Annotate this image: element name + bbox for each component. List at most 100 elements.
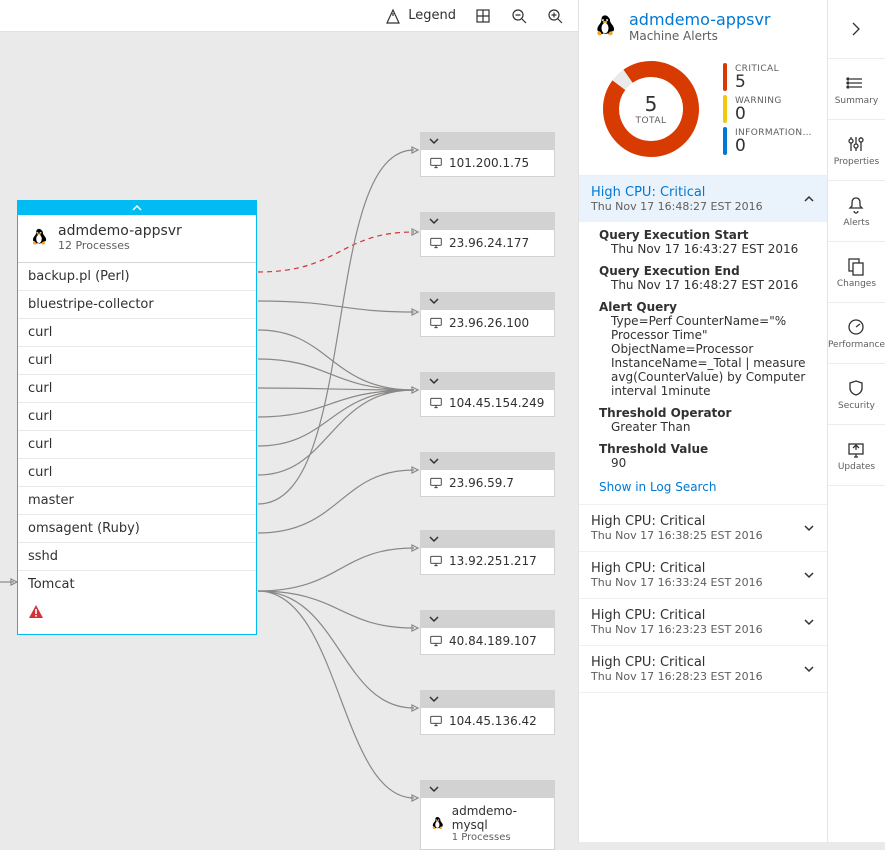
remote-node[interactable]: 23.96.26.100: [420, 292, 555, 337]
process-row[interactable]: sshd: [18, 543, 256, 571]
remote-ip: 104.45.136.42: [449, 714, 537, 728]
remote-node[interactable]: 40.84.189.107: [420, 610, 555, 655]
alert-title: High CPU: Critical: [591, 514, 763, 529]
remote-node[interactable]: 13.92.251.217: [420, 530, 555, 575]
alert-toggle[interactable]: High CPU: CriticalThu Nov 17 16:33:24 ES…: [579, 552, 827, 598]
fit-button[interactable]: [474, 7, 492, 25]
chevron-down-icon: [428, 693, 440, 705]
expand-remote-button[interactable]: [420, 132, 555, 150]
alert-item: High CPU: CriticalThu Nov 17 16:33:24 ES…: [579, 552, 827, 599]
process-row[interactable]: curl: [18, 403, 256, 431]
monitor-icon: [429, 714, 443, 728]
alert-title: High CPU: Critical: [591, 185, 763, 200]
expand-remote-button[interactable]: [420, 530, 555, 548]
linux-icon: [28, 227, 50, 249]
tab-changes[interactable]: Changes: [828, 242, 885, 303]
dependency-map-canvas[interactable]: admdemo-appsvr 12 Processes backup.pl (P…: [0, 32, 578, 842]
alert-time: Thu Nov 17 16:28:23 EST 2016: [591, 670, 763, 683]
process-row[interactable]: curl: [18, 347, 256, 375]
shield-icon: [846, 378, 866, 398]
expand-remote-button[interactable]: [420, 780, 555, 798]
alert-title: High CPU: Critical: [591, 561, 763, 576]
zoom-out-button[interactable]: [510, 7, 528, 25]
alert-time: Thu Nov 17 16:48:27 EST 2016: [591, 200, 763, 213]
tab-properties[interactable]: Properties: [828, 120, 885, 181]
panel-title: admdemo-appsvr: [629, 10, 771, 29]
alert-toggle[interactable]: High CPU: Critical Thu Nov 17 16:48:27 E…: [579, 176, 827, 222]
process-row[interactable]: curl: [18, 319, 256, 347]
alert-detail-label: Threshold Value: [599, 442, 815, 456]
remote-node[interactable]: 104.45.136.42: [420, 690, 555, 735]
alert-detail-value: Thu Nov 17 16:43:27 EST 2016: [599, 242, 815, 256]
properties-icon: [846, 134, 866, 154]
changes-icon: [846, 256, 866, 276]
expand-remote-button[interactable]: [420, 212, 555, 230]
kpi-total-value: 5: [645, 92, 658, 116]
panel-subtitle: Machine Alerts: [629, 29, 771, 43]
monitor-icon: [429, 634, 443, 648]
remote-node[interactable]: 104.45.154.249: [420, 372, 555, 417]
linux-icon: [429, 815, 446, 833]
expand-remote-button[interactable]: [420, 292, 555, 310]
alert-list: High CPU: Critical Thu Nov 17 16:48:27 E…: [579, 175, 827, 842]
process-row[interactable]: curl: [18, 431, 256, 459]
process-row[interactable]: master: [18, 487, 256, 515]
expand-remote-button[interactable]: [420, 610, 555, 628]
zoom-out-icon: [510, 7, 528, 25]
tab-label: Performance: [828, 340, 885, 350]
monitor-icon: [429, 316, 443, 330]
process-row[interactable]: bluestripe-collector: [18, 291, 256, 319]
process-row[interactable]: Tomcat: [18, 571, 256, 598]
tab-alerts[interactable]: Alerts: [828, 181, 885, 242]
process-row[interactable]: curl: [18, 375, 256, 403]
tab-security[interactable]: Security: [828, 364, 885, 425]
diagram-toolbar: Legend: [0, 0, 578, 32]
alert-kpi-block: 5 TOTAL CRITICAL5WARNING0INFORMATION…0: [579, 49, 827, 175]
chevron-down-icon: [803, 616, 815, 628]
tab-updates[interactable]: Updates: [828, 425, 885, 486]
alert-time: Thu Nov 17 16:38:25 EST 2016: [591, 529, 763, 542]
remote-node[interactable]: 23.96.24.177: [420, 212, 555, 257]
remote-node[interactable]: 23.96.59.7: [420, 452, 555, 497]
show-in-log-search-link[interactable]: Show in Log Search: [599, 478, 815, 494]
monitor-icon: [429, 554, 443, 568]
monitor-icon: [429, 236, 443, 250]
chevron-down-icon: [428, 613, 440, 625]
process-row[interactable]: backup.pl (Perl): [18, 263, 256, 291]
expand-remote-button[interactable]: [420, 690, 555, 708]
kpi-row: INFORMATION…0: [723, 127, 812, 155]
monitor-icon: [429, 476, 443, 490]
side-tab-rail: Summary Properties Alerts Changes Perfor…: [827, 0, 885, 842]
kpi-value: 0: [735, 138, 812, 155]
alert-detail-label: Query Execution End: [599, 264, 815, 278]
alert-toggle[interactable]: High CPU: CriticalThu Nov 17 16:38:25 ES…: [579, 505, 827, 551]
remote-node[interactable]: 101.200.1.75: [420, 132, 555, 177]
alert-toggle[interactable]: High CPU: CriticalThu Nov 17 16:23:23 ES…: [579, 599, 827, 645]
alert-time: Thu Nov 17 16:33:24 EST 2016: [591, 576, 763, 589]
summary-icon: [846, 73, 866, 93]
kpi-row: WARNING0: [723, 95, 812, 123]
expand-remote-button[interactable]: [420, 372, 555, 390]
chevron-right-icon: [846, 19, 866, 39]
alert-toggle[interactable]: High CPU: CriticalThu Nov 17 16:28:23 ES…: [579, 646, 827, 692]
process-row[interactable]: omsagent (Ruby): [18, 515, 256, 543]
legend-button[interactable]: Legend: [384, 7, 456, 25]
server-process-count: 12 Processes: [58, 239, 182, 252]
collapse-server-button[interactable]: [18, 201, 256, 215]
process-row[interactable]: curl: [18, 459, 256, 487]
zoom-in-button[interactable]: [546, 7, 564, 25]
chevron-down-icon: [428, 533, 440, 545]
remote-node-db[interactable]: admdemo-mysql 1 Processes: [420, 780, 555, 850]
server-node-appsvr[interactable]: admdemo-appsvr 12 Processes backup.pl (P…: [17, 200, 257, 635]
alert-title: High CPU: Critical: [591, 655, 763, 670]
expand-remote-button[interactable]: [420, 452, 555, 470]
tab-performance[interactable]: Performance: [828, 303, 885, 364]
tab-label: Alerts: [843, 218, 869, 228]
chevron-down-icon: [428, 215, 440, 227]
tab-summary[interactable]: Summary: [828, 59, 885, 120]
remote-ip: 23.96.24.177: [449, 236, 529, 250]
panel-collapse-button[interactable]: [828, 0, 885, 59]
alert-detail-label: Alert Query: [599, 300, 815, 314]
chevron-down-icon: [428, 375, 440, 387]
alert-detail-value: Thu Nov 17 16:48:27 EST 2016: [599, 278, 815, 292]
